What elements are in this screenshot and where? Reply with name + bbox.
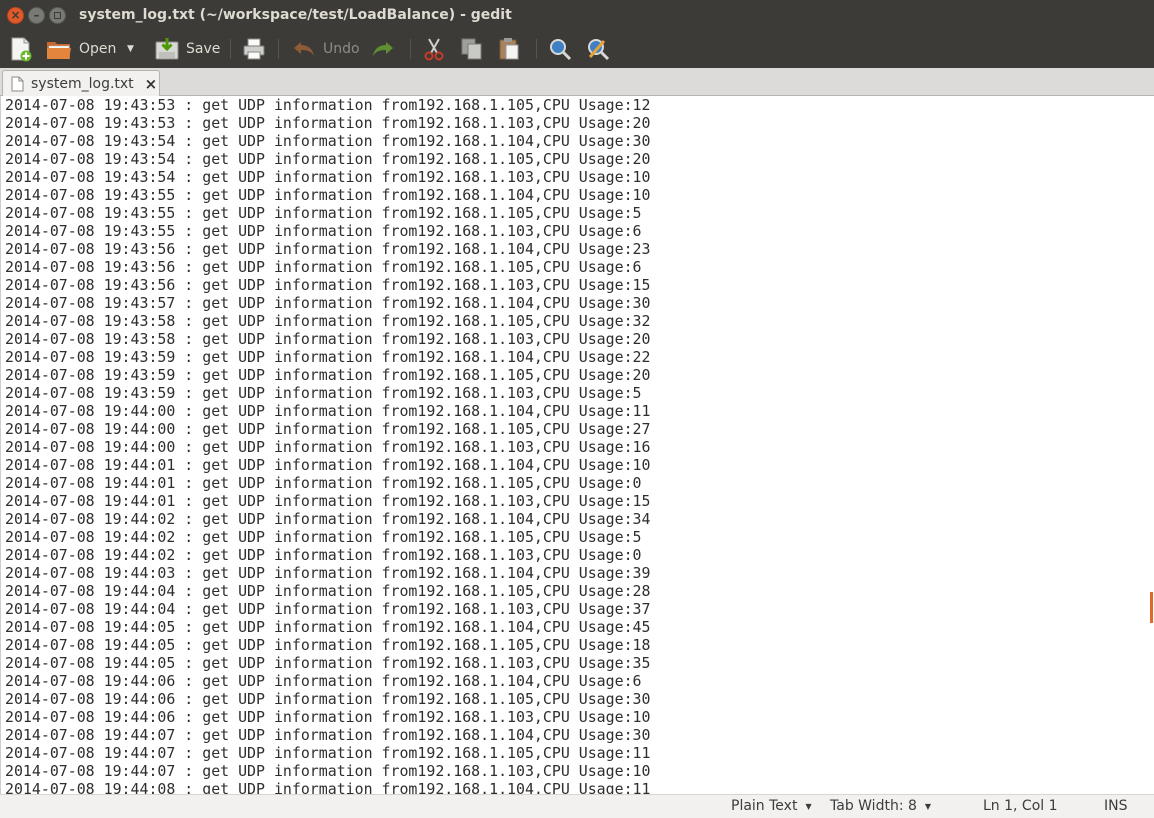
log-line: 2014-07-08 19:44:07 : get UDP informatio… — [5, 762, 651, 780]
toolbar: Open ▼ Save Undo — [0, 30, 1154, 68]
log-line: 2014-07-08 19:43:55 : get UDP informatio… — [5, 222, 642, 240]
cursor-position-label: Ln 1, Col 1 — [983, 798, 1058, 814]
tab-width-selector[interactable]: Tab Width: 8 ▼ — [830, 798, 931, 814]
log-line: 2014-07-08 19:43:54 : get UDP informatio… — [5, 150, 651, 168]
cut-button[interactable] — [423, 34, 445, 64]
log-line: 2014-07-08 19:43:55 : get UDP informatio… — [5, 186, 651, 204]
save-button[interactable]: Save — [155, 34, 220, 64]
paste-icon — [499, 38, 519, 60]
log-line: 2014-07-08 19:43:56 : get UDP informatio… — [5, 276, 651, 294]
tab-width-label: Tab Width: 8 — [830, 798, 917, 814]
insert-mode: INS — [1104, 798, 1128, 814]
log-line: 2014-07-08 19:44:01 : get UDP informatio… — [5, 474, 642, 492]
toolbar-separator — [230, 39, 231, 59]
search-icon — [550, 39, 572, 61]
log-line: 2014-07-08 19:44:01 : get UDP informatio… — [5, 456, 651, 474]
log-line: 2014-07-08 19:44:07 : get UDP informatio… — [5, 744, 651, 762]
undo-button[interactable]: Undo — [292, 34, 360, 64]
maximize-window-button[interactable] — [49, 6, 66, 24]
copy-button[interactable] — [460, 34, 484, 64]
window-controls: × – — [7, 6, 66, 24]
redo-button[interactable] — [371, 34, 395, 64]
log-line: 2014-07-08 19:44:00 : get UDP informatio… — [5, 420, 651, 438]
log-line: 2014-07-08 19:44:03 : get UDP informatio… — [5, 564, 651, 582]
cut-icon — [424, 38, 444, 61]
tab-system-log[interactable]: system_log.txt × — [2, 70, 160, 96]
log-line: 2014-07-08 19:44:06 : get UDP informatio… — [5, 708, 651, 726]
find-button[interactable] — [548, 34, 572, 64]
log-line: 2014-07-08 19:44:05 : get UDP informatio… — [5, 636, 651, 654]
log-line: 2014-07-08 19:43:59 : get UDP informatio… — [5, 366, 651, 384]
log-line: 2014-07-08 19:44:04 : get UDP informatio… — [5, 582, 651, 600]
log-line: 2014-07-08 19:43:55 : get UDP informatio… — [5, 204, 642, 222]
minimize-icon: – — [33, 8, 40, 22]
editor-text: 2014-07-08 19:43:53 : get UDP informatio… — [5, 96, 650, 794]
log-line: 2014-07-08 19:43:58 : get UDP informatio… — [5, 312, 651, 330]
log-line: 2014-07-08 19:44:07 : get UDP informatio… — [5, 726, 651, 744]
log-line: 2014-07-08 19:43:59 : get UDP informatio… — [5, 384, 642, 402]
log-line: 2014-07-08 19:43:56 : get UDP informatio… — [5, 258, 642, 276]
open-folder-icon — [47, 42, 71, 59]
document-tab-bar: system_log.txt × — [0, 68, 1154, 96]
tab-label: system_log.txt — [31, 75, 134, 92]
save-icon — [155, 38, 179, 60]
print-button[interactable] — [242, 34, 266, 64]
log-line: 2014-07-08 19:43:58 : get UDP informatio… — [5, 330, 651, 348]
log-line: 2014-07-08 19:44:02 : get UDP informatio… — [5, 546, 642, 564]
text-file-icon — [11, 76, 24, 91]
log-line: 2014-07-08 19:44:08 : get UDP informatio… — [5, 780, 651, 794]
minimize-window-button[interactable]: – — [28, 6, 45, 24]
language-selector[interactable]: Plain Text ▼ — [731, 798, 812, 814]
toolbar-separator — [536, 39, 537, 59]
copy-icon — [461, 38, 482, 60]
language-label: Plain Text — [731, 798, 798, 814]
close-icon: × — [10, 8, 21, 22]
log-line: 2014-07-08 19:43:53 : get UDP informatio… — [5, 96, 651, 114]
new-document-icon — [11, 37, 32, 62]
log-line: 2014-07-08 19:43:57 : get UDP informatio… — [5, 294, 651, 312]
chevron-down-icon: ▼ — [924, 801, 932, 811]
log-line: 2014-07-08 19:44:01 : get UDP informatio… — [5, 492, 651, 510]
log-line: 2014-07-08 19:44:04 : get UDP informatio… — [5, 600, 651, 618]
find-replace-icon — [588, 39, 610, 61]
maximize-icon — [54, 11, 61, 19]
new-document-button[interactable] — [10, 34, 32, 64]
log-line: 2014-07-08 19:44:00 : get UDP informatio… — [5, 438, 651, 456]
title-bar: × – system_log.txt (~/workspace/test/Loa… — [0, 0, 1154, 30]
text-editor[interactable]: 2014-07-08 19:43:53 : get UDP informatio… — [0, 96, 1154, 794]
redo-icon — [373, 42, 393, 56]
insert-mode-label: INS — [1104, 798, 1128, 814]
window-title: system_log.txt (~/workspace/test/LoadBal… — [79, 7, 512, 23]
open-recent-dropdown[interactable]: ▼ — [127, 34, 134, 64]
undo-icon — [294, 42, 314, 56]
status-bar: Plain Text ▼ Tab Width: 8 ▼ Ln 1, Col 1 … — [0, 794, 1154, 818]
toolbar-separator — [410, 39, 411, 59]
log-line: 2014-07-08 19:44:06 : get UDP informatio… — [5, 672, 642, 690]
find-replace-button[interactable] — [586, 34, 610, 64]
log-line: 2014-07-08 19:44:00 : get UDP informatio… — [5, 402, 651, 420]
log-line: 2014-07-08 19:44:02 : get UDP informatio… — [5, 510, 651, 528]
undo-label: Undo — [323, 41, 360, 57]
open-label: Open — [79, 41, 117, 57]
log-line: 2014-07-08 19:44:05 : get UDP informatio… — [5, 654, 651, 672]
log-line: 2014-07-08 19:44:05 : get UDP informatio… — [5, 618, 651, 636]
close-window-button[interactable]: × — [7, 6, 24, 24]
print-icon — [243, 38, 265, 60]
log-line: 2014-07-08 19:44:06 : get UDP informatio… — [5, 690, 651, 708]
paste-button[interactable] — [497, 34, 521, 64]
scrollbar-thumb[interactable] — [1150, 592, 1153, 623]
chevron-down-icon: ▼ — [127, 44, 134, 54]
log-line: 2014-07-08 19:43:53 : get UDP informatio… — [5, 114, 651, 132]
log-line: 2014-07-08 19:43:54 : get UDP informatio… — [5, 168, 651, 186]
toolbar-separator — [278, 39, 279, 59]
log-line: 2014-07-08 19:44:02 : get UDP informatio… — [5, 528, 642, 546]
log-line: 2014-07-08 19:43:54 : get UDP informatio… — [5, 132, 651, 150]
chevron-down-icon: ▼ — [805, 801, 812, 811]
close-tab-icon[interactable]: × — [145, 75, 158, 93]
log-line: 2014-07-08 19:43:56 : get UDP informatio… — [5, 240, 651, 258]
cursor-position: Ln 1, Col 1 — [983, 798, 1058, 814]
log-line: 2014-07-08 19:43:59 : get UDP informatio… — [5, 348, 651, 366]
save-label: Save — [186, 41, 221, 57]
open-button[interactable]: Open — [46, 34, 116, 64]
